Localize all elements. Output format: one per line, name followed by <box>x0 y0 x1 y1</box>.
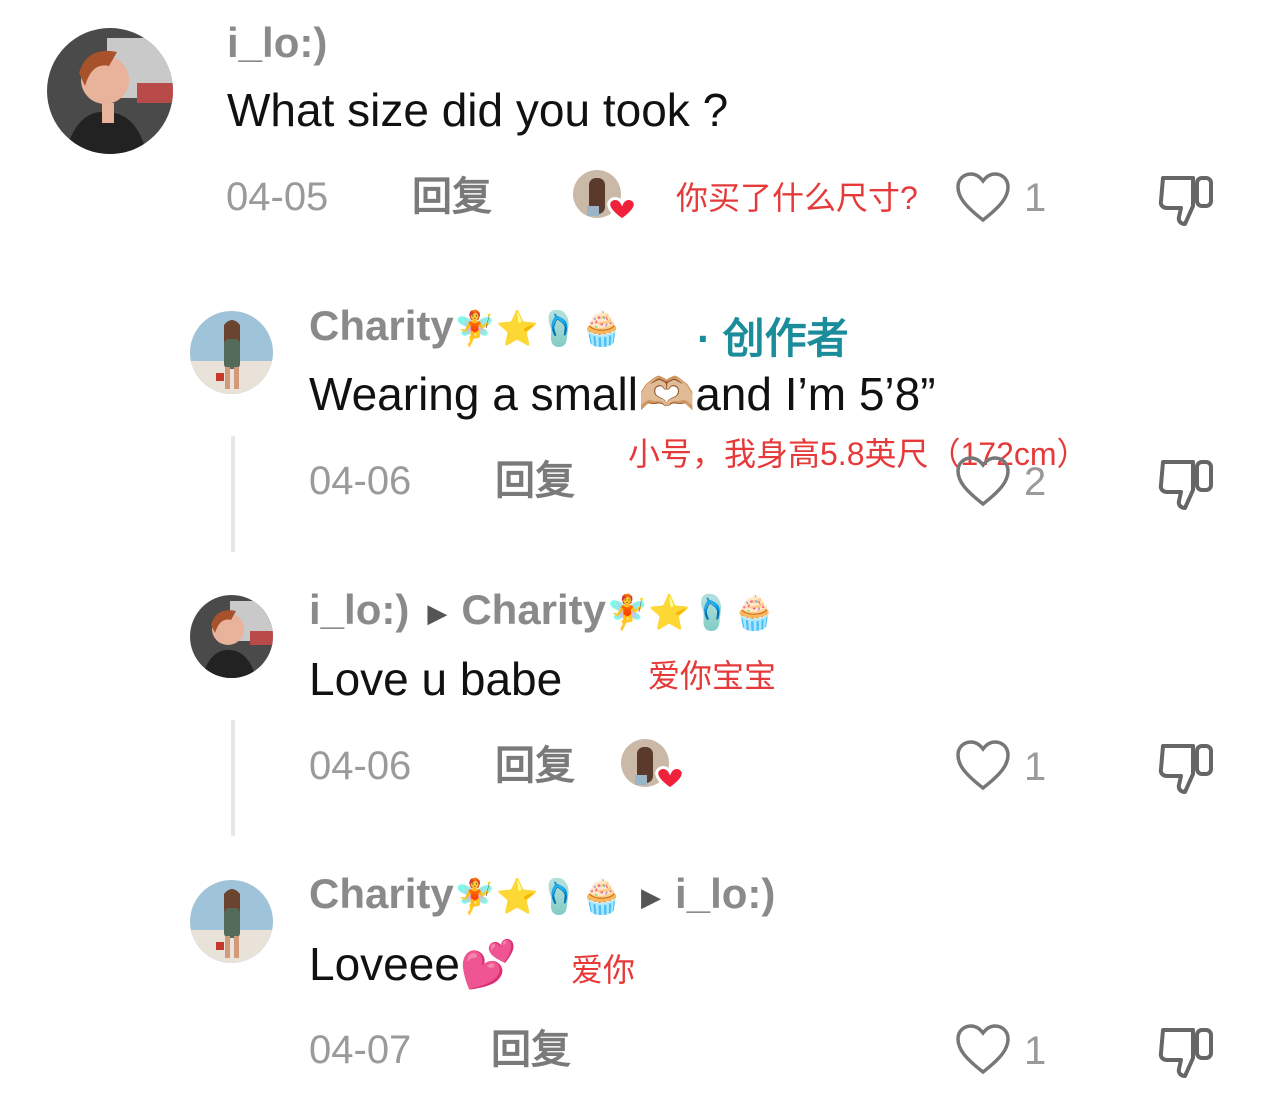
heart-outline-icon <box>956 1024 1010 1075</box>
avatar-i-lo[interactable] <box>190 595 273 678</box>
dislike-button[interactable] <box>1157 170 1217 235</box>
heart-outline-icon <box>956 172 1010 223</box>
comment-username[interactable]: Charity🧚⭐🩴🧁 ▶ i_lo:) <box>309 873 775 915</box>
avatar-image <box>190 595 273 678</box>
translation-text: 小号，我身高5.8英尺（172cm） <box>628 436 1089 472</box>
heart-outline-icon <box>956 740 1010 791</box>
like-button[interactable] <box>955 456 1011 513</box>
reply-thread-line <box>231 720 235 836</box>
reply-to-username[interactable]: Charity <box>461 586 606 633</box>
like-count: 2 <box>1024 460 1047 504</box>
avatar-image <box>190 311 273 394</box>
like-count: 1 <box>1024 176 1047 220</box>
thumbs-down-icon <box>1158 1028 1213 1078</box>
creator-liked-badge <box>621 739 691 795</box>
thumbs-down-icon <box>1158 176 1213 226</box>
comment-text: Wearing a small🫶🏼and I’m 5’8” <box>309 368 936 420</box>
avatar-image <box>190 880 273 963</box>
username-emojis: 🧚⭐🩴🧁 <box>453 878 624 916</box>
comment-date: 04-06 <box>309 459 412 503</box>
reply-arrow-icon: ▶ <box>427 597 448 628</box>
avatar-i-lo[interactable] <box>47 28 173 154</box>
reply-to-username[interactable]: i_lo:) <box>675 870 775 917</box>
username-emojis: 🧚⭐🩴🧁 <box>453 310 624 348</box>
like-count: 1 <box>1024 745 1047 789</box>
like-button[interactable] <box>955 172 1011 229</box>
comment-text: What size did you took ? <box>227 84 729 136</box>
creator-label: · 创作者 <box>697 315 849 362</box>
username-emojis: 🧚⭐🩴🧁 <box>606 594 776 632</box>
translation-text: 爱你 <box>571 952 636 988</box>
translation-text: 你买了什么尺寸? <box>676 180 918 216</box>
comment-text: Love u babe <box>309 653 563 705</box>
reply-button[interactable]: 回复 <box>495 461 575 501</box>
avatar-charity[interactable] <box>190 311 273 394</box>
dislike-button[interactable] <box>1157 1022 1217 1087</box>
liked-by-creator-icon <box>621 739 685 791</box>
username-text: Charity <box>309 302 454 349</box>
like-count: 1 <box>1024 1029 1047 1073</box>
liked-by-creator-icon <box>573 170 637 222</box>
comment-date: 04-06 <box>309 744 412 788</box>
like-button[interactable] <box>955 740 1011 797</box>
dislike-button[interactable] <box>1157 454 1217 519</box>
avatar-charity[interactable] <box>190 880 273 963</box>
username-text: Charity <box>309 870 454 917</box>
thumbs-down-icon <box>1158 460 1213 510</box>
thumbs-down-icon <box>1158 744 1213 794</box>
comment-text: Loveee💕 <box>309 938 518 990</box>
heart-outline-icon <box>956 456 1010 507</box>
comment-username[interactable]: Charity🧚⭐🩴🧁 <box>309 305 623 347</box>
reply-thread-line <box>231 436 235 552</box>
comment-username[interactable]: i_lo:) <box>227 22 327 64</box>
reply-arrow-icon: ▶ <box>641 881 662 912</box>
comment-date: 04-05 <box>226 175 329 219</box>
creator-liked-badge <box>573 170 643 226</box>
reply-button[interactable]: 回复 <box>491 1030 571 1070</box>
comment-date: 04-07 <box>309 1028 412 1072</box>
reply-button[interactable]: 回复 <box>412 177 492 217</box>
like-button[interactable] <box>955 1024 1011 1081</box>
comment-username[interactable]: i_lo:) ▶ Charity🧚⭐🩴🧁 <box>309 589 775 631</box>
dislike-button[interactable] <box>1157 738 1217 803</box>
reply-button[interactable]: 回复 <box>495 746 575 786</box>
username-text: i_lo:) <box>309 586 410 633</box>
avatar-image <box>47 28 173 154</box>
translation-text: 爱你宝宝 <box>648 658 777 694</box>
